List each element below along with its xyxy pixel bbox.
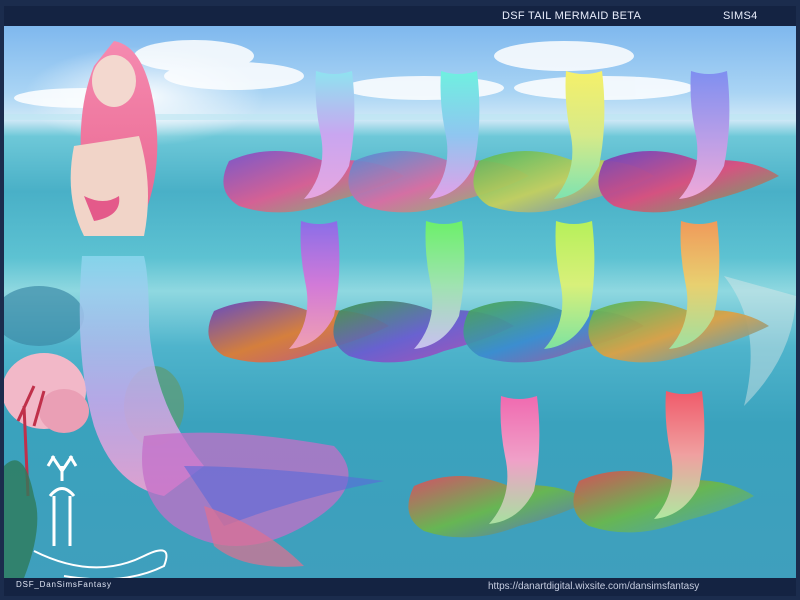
tail-fin <box>598 151 779 213</box>
website-url[interactable]: https://danartdigital.wixsite.com/dansim… <box>488 581 699 592</box>
game-label: SIMS4 <box>723 10 758 22</box>
scene-artwork <box>4 40 796 578</box>
tail-swatch <box>408 396 589 538</box>
mermaid-scene <box>4 26 796 578</box>
title-bar: DSF TAIL MERMAID BETA SIMS4 <box>4 6 796 26</box>
preview-frame: DSF TAIL MERMAID BETA SIMS4 DSF_DanSimsF… <box>0 0 800 600</box>
tail-fin <box>408 476 589 538</box>
creator-credit: DSF_DanSimsFantasy <box>16 580 112 589</box>
tail-fin <box>573 471 754 533</box>
footer-bar: DSF_DanSimsFantasy https://danartdigital… <box>4 578 796 596</box>
tail-fin <box>588 301 769 363</box>
tail-swatch <box>573 391 754 533</box>
sea-fan <box>724 276 796 406</box>
page-title: DSF TAIL MERMAID BETA <box>502 10 642 22</box>
